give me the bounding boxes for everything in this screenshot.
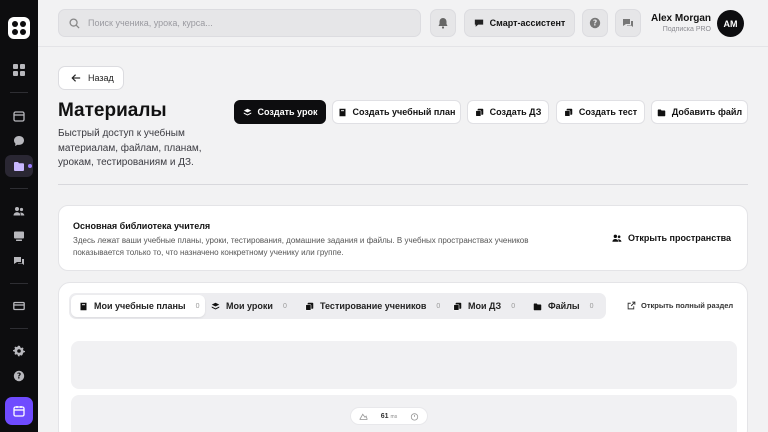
svg-text:?: ? (17, 372, 21, 381)
search-input[interactable] (88, 18, 408, 28)
feedback-icon (623, 19, 633, 27)
user-plan: Подписка PRO (662, 26, 711, 33)
user-name[interactable]: Alex Morgan (651, 13, 711, 24)
library-info-card: Основная библиотека учителя Здесь лежат … (58, 205, 748, 271)
create-plan-button[interactable]: Создать учебный план (332, 100, 461, 124)
help-button[interactable]: ? (582, 9, 608, 37)
messages-icon[interactable] (0, 250, 38, 272)
smart-assistant-label: Смарт-ассистент (489, 18, 566, 28)
back-button[interactable]: Назад (58, 66, 124, 90)
add-file-label: Добавить файл (671, 107, 743, 117)
section-divider (58, 184, 748, 185)
book-icon (339, 108, 346, 116)
tab-label: Мои учебные планы (94, 301, 186, 311)
billing-icon[interactable] (0, 295, 38, 317)
test-icon (564, 108, 573, 117)
folder-icon (533, 303, 542, 310)
tab-count: 0 (436, 302, 441, 310)
timer-icon (410, 412, 419, 421)
page-title: Материалы (58, 100, 167, 121)
library-description: Здесь лежат ваши учебные планы, уроки, т… (73, 236, 529, 257)
external-link-icon (627, 301, 636, 310)
help-icon[interactable]: ? (0, 365, 38, 387)
tab-count: 0 (282, 302, 287, 310)
add-file-button[interactable]: Добавить файл (651, 100, 748, 124)
tab-count: 0 (589, 302, 594, 310)
header-divider (38, 46, 768, 47)
loading-skeleton-row (71, 341, 737, 389)
search-icon (69, 17, 80, 29)
classroom-icon[interactable] (0, 225, 38, 247)
tab-study-plans[interactable]: Мои учебные планы 0 (71, 295, 205, 317)
tab-label: Мои уроки (226, 301, 273, 311)
materials-tabs: Мои учебные планы 0 Мои уроки 0 Тестиров… (69, 293, 606, 319)
tab-lessons[interactable]: Мои уроки 0 (203, 295, 293, 317)
perf-unit: ms (390, 413, 398, 420)
tab-student-tests[interactable]: Тестирование учеников 0 (297, 295, 441, 317)
folder-icon (657, 109, 666, 116)
page-description: Быстрый доступ к учебным материалам, фай… (58, 128, 202, 168)
layers-icon (211, 302, 220, 309)
back-label: Назад (88, 73, 114, 83)
tab-homework[interactable]: Мои ДЗ 0 (445, 295, 520, 317)
svg-text:?: ? (593, 19, 597, 28)
tab-label: Тестирование учеников (320, 301, 427, 311)
app-logo[interactable] (8, 17, 30, 39)
active-indicator (28, 164, 32, 168)
tab-files[interactable]: Файлы 0 (525, 295, 599, 317)
create-homework-label: Создать ДЗ (489, 107, 542, 117)
search-bar[interactable] (58, 9, 421, 37)
tab-label: Файлы (548, 301, 580, 311)
materials-panel: Мои учебные планы 0 Мои уроки 0 Тестиров… (58, 282, 748, 432)
notifications-button[interactable] (430, 9, 456, 37)
create-plan-label: Создать учебный план (352, 107, 456, 117)
feedback-button[interactable] (615, 9, 641, 37)
mountain-icon (359, 413, 368, 420)
open-spaces-button[interactable]: Открыть пространства (612, 233, 731, 243)
assistant-chat-icon (474, 19, 483, 27)
create-test-button[interactable]: Создать тест (556, 100, 645, 124)
tab-label: Мои ДЗ (468, 301, 502, 311)
bell-icon (438, 18, 448, 29)
test-icon (305, 302, 314, 311)
dashboard-icon[interactable] (0, 59, 38, 81)
open-full-section-link[interactable]: Открыть полный раздел (627, 301, 733, 310)
avatar[interactable]: AM (717, 10, 744, 37)
users-icon (612, 234, 622, 242)
perf-value: 61 (380, 412, 389, 420)
create-lesson-label: Создать урок (257, 107, 318, 117)
chat-icon[interactable] (0, 130, 38, 152)
settings-gear-icon[interactable] (0, 340, 38, 362)
question-icon: ? (589, 17, 601, 29)
arrow-left-icon (71, 74, 81, 82)
open-spaces-label: Открыть пространства (628, 233, 732, 243)
library-title: Основная библиотека учителя (73, 221, 211, 231)
students-icon[interactable] (0, 200, 38, 222)
create-lesson-button[interactable]: Создать урок (234, 100, 326, 124)
smart-assistant-button[interactable]: Смарт-ассистент (464, 9, 575, 37)
tab-count: 0 (195, 302, 200, 310)
copy-icon (453, 302, 462, 311)
book-icon (80, 302, 87, 310)
copy-icon (475, 108, 483, 117)
performance-badge: 61 ms (350, 407, 428, 425)
schedule-calendar-icon[interactable] (5, 397, 33, 425)
tab-count: 0 (511, 302, 516, 310)
layers-icon (243, 108, 251, 115)
create-homework-button[interactable]: Создать ДЗ (467, 100, 549, 124)
open-full-section-label: Открыть полный раздел (641, 301, 734, 310)
calendar-icon[interactable] (0, 105, 38, 127)
sidebar: ? (0, 0, 38, 432)
create-test-label: Создать тест (578, 107, 638, 117)
